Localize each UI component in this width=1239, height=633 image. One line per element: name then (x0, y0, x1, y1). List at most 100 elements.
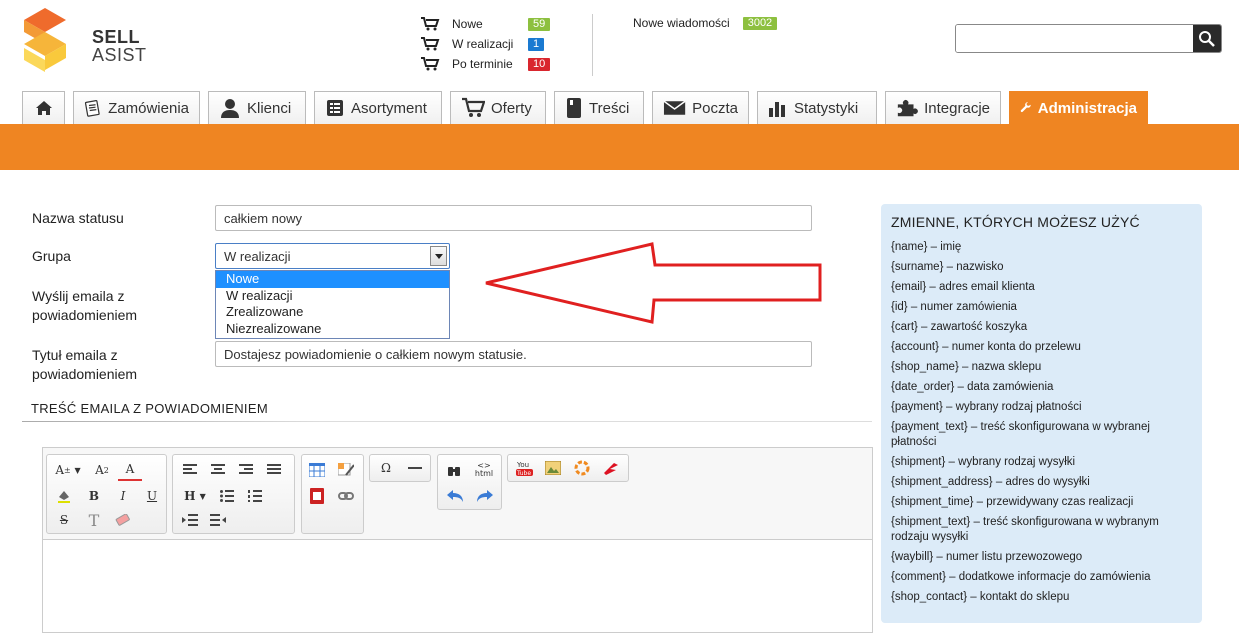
special-char-icon[interactable]: Ω (374, 457, 398, 479)
horizontal-rule-icon[interactable] (403, 457, 427, 479)
send-email-label-line1: Wyślij emaila z (32, 288, 125, 304)
email-body-header: TREŚĆ EMAILA Z POWIADOMIENIEM (22, 396, 872, 422)
font-size-icon[interactable]: A ± ▼ (51, 459, 85, 481)
group-option[interactable]: Niezrealizowane (216, 321, 449, 338)
font-color-icon[interactable]: A (118, 459, 142, 481)
email-title-label: Tytuł emaila z powiadomieniem (32, 346, 137, 384)
bullet-list-icon[interactable] (215, 485, 239, 507)
email-title-label-line1: Tytuł emaila z (32, 347, 118, 363)
align-left-icon[interactable] (178, 459, 202, 481)
group-option[interactable]: Zrealizowane (216, 304, 449, 321)
group-option[interactable]: Nowe (216, 271, 449, 288)
align-center-icon[interactable] (206, 459, 230, 481)
orders-overdue[interactable]: Po terminie 10 (420, 54, 551, 74)
tab-catalog[interactable]: Asortyment (314, 91, 442, 124)
variables-list: {name} – imię {surname} – nazwisko {emai… (891, 240, 1192, 605)
tab-administration[interactable]: Administracja (1009, 91, 1148, 124)
send-email-label: Wyślij emaila z powiadomieniem (32, 287, 137, 325)
tab-mail-label: Poczta (692, 99, 738, 117)
variables-panel-title: ZMIENNE, KTÓRYCH MOŻESZ UŻYĆ (891, 214, 1140, 230)
messages-count: 3002 (742, 16, 778, 30)
toolbar-group-chars: Ω (369, 454, 431, 482)
eraser-icon[interactable] (111, 509, 135, 531)
messages-summary[interactable]: Nowe wiadomości 3002 (633, 16, 778, 30)
arrow-annotation-icon (485, 242, 822, 324)
underline-icon[interactable]: U (140, 485, 164, 507)
undo-icon[interactable] (443, 485, 467, 507)
group-select-value: W realizacji (224, 248, 291, 264)
image-icon[interactable] (541, 457, 565, 479)
indent-icon[interactable] (178, 509, 202, 531)
orders-new[interactable]: Nowe 59 (420, 14, 551, 34)
tab-clients[interactable]: Klienci (208, 91, 306, 124)
catalog-icon (327, 100, 343, 116)
numbered-list-icon[interactable] (243, 485, 267, 507)
table-icon[interactable] (305, 459, 329, 481)
edit-table-icon[interactable] (334, 459, 358, 481)
tab-administration-label: Administracja (1037, 99, 1137, 117)
toolbar-group-insert (301, 454, 364, 534)
redo-icon[interactable] (473, 485, 497, 507)
find-icon[interactable] (442, 459, 466, 481)
variable-item: {cart} – zawartość koszyka (891, 321, 1028, 333)
orders-in-progress-count: 1 (528, 37, 545, 51)
orders-new-count: 59 (528, 17, 551, 31)
orders-in-progress-label: W realizacji (452, 37, 514, 51)
heading-icon[interactable]: H ▼ (178, 485, 212, 507)
tab-stats[interactable]: Statystyki (757, 91, 877, 124)
toolbar-group-media: You Tube (507, 454, 629, 482)
variable-item: {shop_name} – nazwa sklepu (891, 361, 1042, 373)
status-name-field[interactable]: całkiem nowy (215, 205, 812, 231)
highlight-icon[interactable] (52, 485, 76, 507)
cart-icon (421, 37, 440, 51)
variable-item: {payment_text} – treść skonfigurowana w … (891, 421, 1150, 448)
youtube-icon[interactable]: You Tube (512, 457, 536, 479)
link-icon[interactable] (334, 485, 358, 507)
tab-orders-label: Zamówienia (108, 99, 189, 117)
email-title-field[interactable]: Dostajesz powiadomienie o całkiem nowym … (215, 341, 812, 367)
group-option[interactable]: W realizacji (216, 288, 449, 305)
send-email-label-line2: powiadomieniem (32, 307, 138, 323)
italic-icon[interactable]: I (111, 485, 135, 507)
search-icon (1199, 30, 1215, 47)
search-input[interactable] (956, 25, 1194, 52)
bold-icon[interactable]: B (82, 485, 106, 507)
tab-integrations[interactable]: Integracje (885, 91, 1001, 124)
search-button[interactable] (1193, 25, 1221, 52)
toolbar-group-font: A ± ▼ A2 A B I U S T (46, 454, 167, 534)
mail-icon (663, 100, 686, 115)
strikethrough-icon[interactable]: S (52, 509, 76, 531)
align-justify-icon[interactable] (262, 459, 286, 481)
tab-mail[interactable]: Poczta (652, 91, 749, 124)
tab-offers[interactable]: Oferty (450, 91, 546, 124)
tab-clients-label: Klienci (247, 99, 292, 117)
orders-in-progress[interactable]: W realizacji 1 (420, 34, 550, 54)
puzzle-icon (897, 100, 918, 117)
variable-item: {waybill} – numer listu przewozowego (891, 551, 1083, 563)
variables-panel: ZMIENNE, KTÓRYCH MOŻESZ UŻYĆ {name} – im… (881, 204, 1202, 623)
group-select[interactable]: W realizacji (215, 243, 450, 269)
tab-content[interactable]: Treści (554, 91, 644, 124)
gallery-icon[interactable] (570, 457, 594, 479)
tab-catalog-label: Asortyment (351, 99, 427, 117)
variable-item: {payment} – wybrany rodzaj płatności (891, 401, 1082, 413)
logo-mark-icon (24, 8, 66, 72)
tab-integrations-label: Integracje (924, 99, 990, 117)
email-body-textarea[interactable] (43, 540, 872, 632)
chevron-down-icon[interactable] (430, 246, 447, 266)
orders-icon (84, 100, 100, 117)
media-icon[interactable] (305, 485, 329, 507)
logo[interactable]: SELL ASIST (20, 8, 146, 74)
superscript-icon[interactable]: A2 (90, 459, 114, 481)
html-source-icon[interactable]: <> html (472, 459, 496, 481)
outdent-icon[interactable] (206, 509, 230, 531)
flash-icon[interactable] (599, 457, 623, 479)
clear-format-icon[interactable]: T (82, 509, 106, 531)
tab-stats-label: Statystyki (794, 99, 859, 117)
tab-orders[interactable]: Zamówienia (73, 91, 200, 124)
tab-home[interactable] (22, 91, 65, 124)
variable-item: {shop_contact} – kontakt do sklepu (891, 591, 1070, 603)
variable-item: {id} – numer zamówienia (891, 301, 1017, 313)
align-right-icon[interactable] (234, 459, 258, 481)
document-icon (567, 98, 581, 118)
